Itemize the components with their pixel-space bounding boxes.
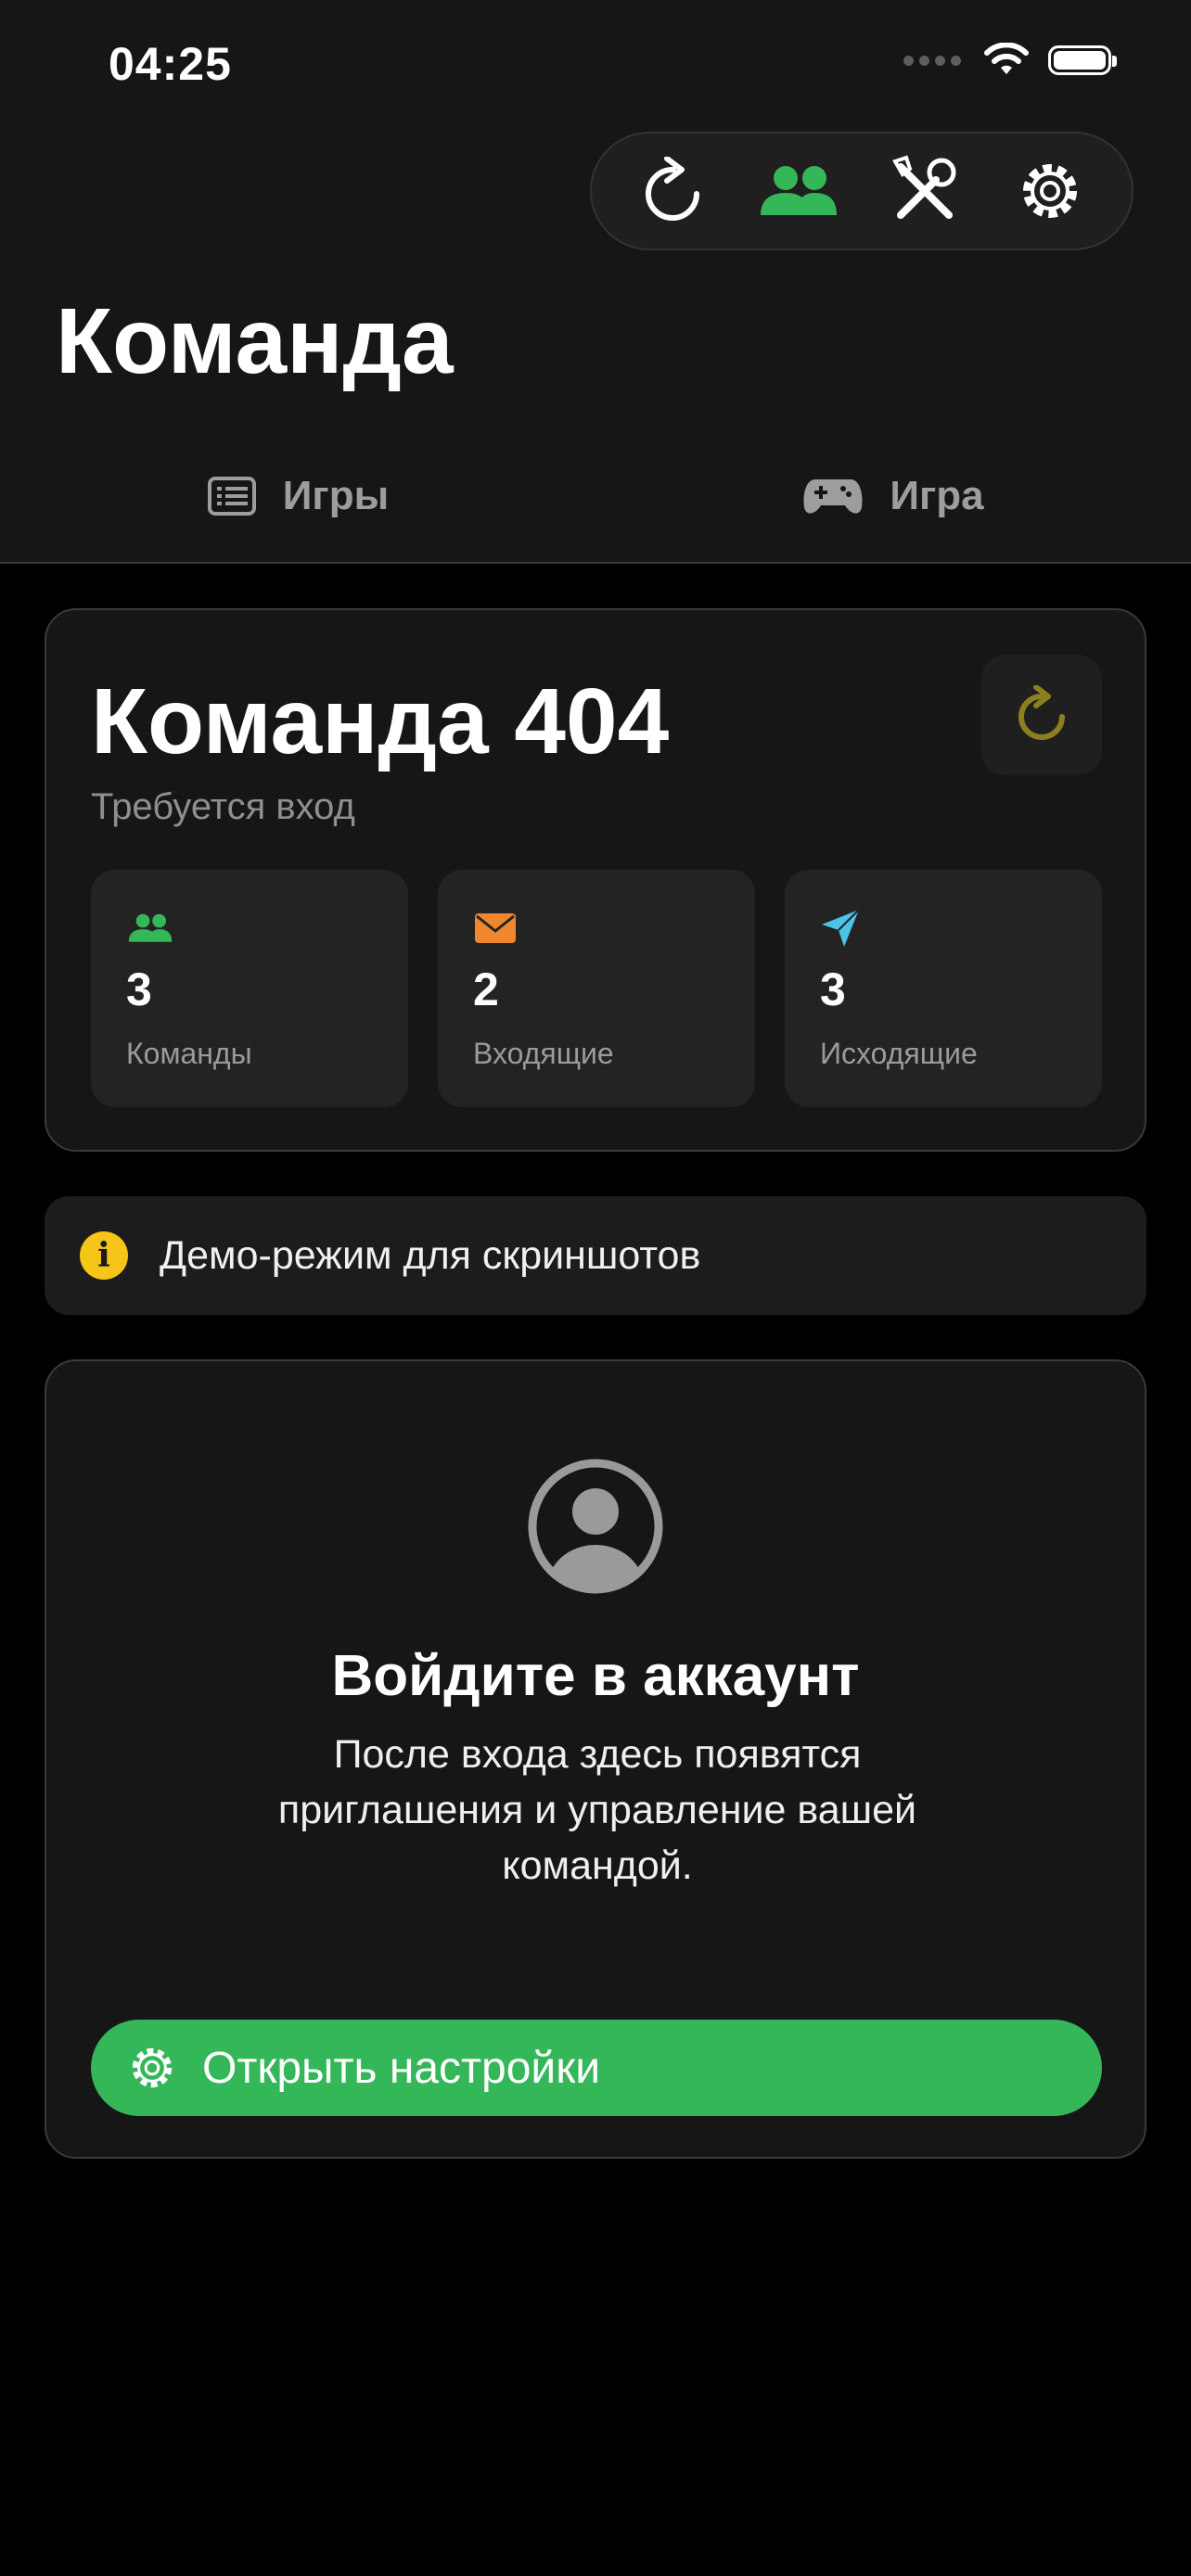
team-status: Требуется вход xyxy=(91,786,355,827)
signal-icon xyxy=(903,55,961,66)
gear-icon xyxy=(132,2047,173,2088)
top-toolbar xyxy=(590,132,1133,250)
gear-icon xyxy=(1023,164,1078,218)
stat-teams-label: Команды xyxy=(126,1037,252,1070)
info-icon: i xyxy=(80,1231,128,1280)
people-icon xyxy=(761,166,838,215)
refresh-icon xyxy=(645,157,699,221)
login-description: После входа здесь появятся приглашения и… xyxy=(277,1732,917,1888)
stat-outgoing-value: 3 xyxy=(820,963,846,1015)
people-icon xyxy=(128,913,173,942)
stat-teams[interactable]: 3 Команды xyxy=(91,870,408,1107)
wifi-icon xyxy=(984,43,1029,74)
status-icons xyxy=(903,43,1117,78)
team-card: Команда 404 Требуется вход 3 Команды 2 В… xyxy=(45,608,1146,1152)
stat-outgoing-label: Исходящие xyxy=(820,1037,978,1070)
team-button[interactable] xyxy=(757,149,840,233)
team-refresh-button[interactable] xyxy=(981,655,1102,775)
paperplane-icon xyxy=(822,909,860,947)
list-icon xyxy=(207,477,256,516)
tools-icon xyxy=(891,155,956,219)
tab-games-label: Игры xyxy=(282,473,390,518)
tab-bar: Игры Игра xyxy=(0,454,1191,538)
tools-button[interactable] xyxy=(883,149,967,233)
stat-incoming-label: Входящие xyxy=(473,1037,614,1070)
refresh-icon xyxy=(1018,685,1065,740)
stat-incoming[interactable]: 2 Входящие xyxy=(438,870,755,1107)
tab-games[interactable]: Игры xyxy=(0,454,596,538)
team-name: Команда 404 xyxy=(91,670,670,773)
demo-banner: i Демо-режим для скриншотов xyxy=(45,1196,1146,1315)
status-time: 04:25 xyxy=(109,38,232,90)
tab-game-label: Игра xyxy=(890,473,984,518)
header: 04:25 Команда Игры Игра xyxy=(0,0,1191,564)
battery-icon xyxy=(1048,45,1117,75)
tab-game[interactable]: Игра xyxy=(596,454,1191,538)
open-settings-label: Открыть настройки xyxy=(202,2043,601,2093)
demo-banner-text: Демо-режим для скриншотов xyxy=(160,1232,701,1278)
login-title: Войдите в аккаунт xyxy=(331,1644,860,1708)
stat-teams-value: 3 xyxy=(126,963,152,1015)
stat-outgoing[interactable]: 3 Исходящие xyxy=(785,870,1102,1107)
login-card: Войдите в аккаунт После входа здесь появ… xyxy=(45,1359,1146,2159)
gamepad-icon xyxy=(803,479,863,514)
open-settings-button[interactable]: Открыть настройки xyxy=(91,2020,1102,2116)
stat-incoming-value: 2 xyxy=(473,963,499,1015)
envelope-icon xyxy=(475,913,516,943)
page-title: Команда xyxy=(56,289,454,393)
avatar-icon xyxy=(528,1459,663,1594)
refresh-button[interactable] xyxy=(632,149,715,233)
settings-button[interactable] xyxy=(1008,149,1092,233)
team-stats: 3 Команды 2 Входящие 3 Исходящие xyxy=(91,870,1102,1107)
